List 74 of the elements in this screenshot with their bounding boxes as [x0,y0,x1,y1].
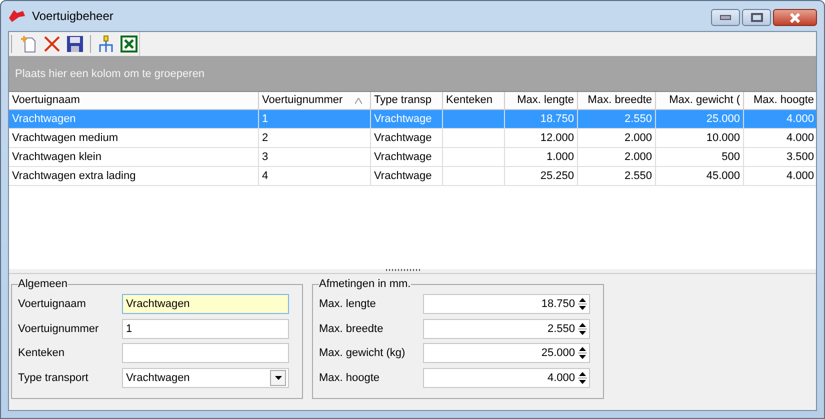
window-title: Voertuigbeheer [32,9,114,23]
table-row[interactable]: Vrachtwagen extra lading 4 Vrachtwage 25.250 2.550 45.000 4.000 [9,167,816,186]
column-header[interactable]: Voertuignummer [259,92,371,109]
minimize-icon [720,15,731,20]
group-panel-hint: Plaats hier een kolom om te groeperen [15,68,205,80]
spin-field[interactable]: 4.000 [423,368,590,388]
spinner-icon[interactable] [578,370,587,386]
minimize-button[interactable] [711,9,740,26]
table-cell: 10.000 [656,129,744,147]
maximize-icon [750,13,762,22]
table-cell: 3.500 [744,148,816,166]
field-label: Max. gewicht (kg) [319,347,406,360]
table-cell: 4.000 [744,110,816,128]
field-label: Max. hoogte [319,372,381,384]
column-header[interactable]: Max. breedte [578,92,656,109]
field-label: Max. lengte [319,298,377,310]
column-header[interactable]: Kenteken [443,92,505,109]
save-icon[interactable] [65,34,85,54]
table-cell: 2.550 [578,167,656,185]
spin-field[interactable]: 18.750 [423,294,590,314]
maximize-button[interactable] [742,9,771,26]
table-cell: 18.750 [505,110,578,128]
table-cell: 500 [656,148,744,166]
table-cell: 2.550 [578,110,656,128]
close-icon [788,12,802,22]
table-cell: 3 [259,148,371,166]
table-cell: 1.000 [505,148,578,166]
dropdown-field[interactable]: Vrachtwagen [122,368,289,388]
column-header[interactable]: Voertuignaam [9,92,259,109]
spinner-icon[interactable] [578,320,587,337]
column-header[interactable]: Max. lengte [505,92,578,109]
table-cell: 25.000 [656,110,744,128]
spinner-icon[interactable] [578,296,587,312]
field-label: Voertuignummer [18,322,100,335]
table-cell: 2 [259,129,371,147]
table-cell: Vrachtwage [371,110,443,128]
column-header[interactable]: Max. gewicht ( [656,92,744,109]
input-field[interactable] [122,343,289,364]
table-row[interactable]: Vrachtwagen klein 3 Vrachtwage 1.000 2.000 500 3.500 [9,148,816,167]
close-button[interactable] [773,9,817,26]
input-field[interactable]: 1 [122,318,289,339]
table-cell: 45.000 [656,167,744,185]
excel-icon[interactable] [119,34,139,54]
field-label: Kenteken [18,347,66,360]
field-label: Type transport [18,372,90,384]
table-cell: 4 [259,167,371,185]
field-label: Max. breedte [319,322,384,335]
table-cell: Vrachtwagen [9,110,259,128]
table-cell: 12.000 [505,129,578,147]
column-header[interactable]: Type transp [371,92,443,109]
table-cell: Vrachtwagen medium [9,129,259,147]
spinner-icon[interactable] [578,345,587,362]
field-label: Voertuignaam [18,298,87,310]
table-cell: 4.000 [744,129,816,147]
table-cell: Vrachtwage [371,167,443,185]
spin-field[interactable]: 25.000 [423,343,590,364]
group-title: Algemeen [18,278,68,290]
table-cell: Vrachtwagen extra lading [9,167,259,185]
table-cell: 25.250 [505,167,578,185]
table-cell: 2.000 [578,148,656,166]
logo-icon [8,9,26,23]
table-cell: 4.000 [744,167,816,185]
spin-field[interactable]: 2.550 [423,318,590,339]
sort-icon [355,98,362,104]
column-header[interactable]: Max. hoogte [744,92,816,109]
table-cell: Vrachtwage [371,129,443,147]
table-cell: 2.000 [578,129,656,147]
table-row[interactable]: Vrachtwagen medium 2 Vrachtwage 12.000 2.000 10.000 4.000 [9,129,816,148]
table-cell: Vrachtwage [371,148,443,166]
group-title: Afmetingen in mm. [319,278,411,290]
input-field[interactable]: Vrachtwagen [122,294,289,314]
delete-icon[interactable] [42,34,62,54]
table-cell: Vrachtwagen klein [9,148,259,166]
table-cell: 1 [259,110,371,128]
